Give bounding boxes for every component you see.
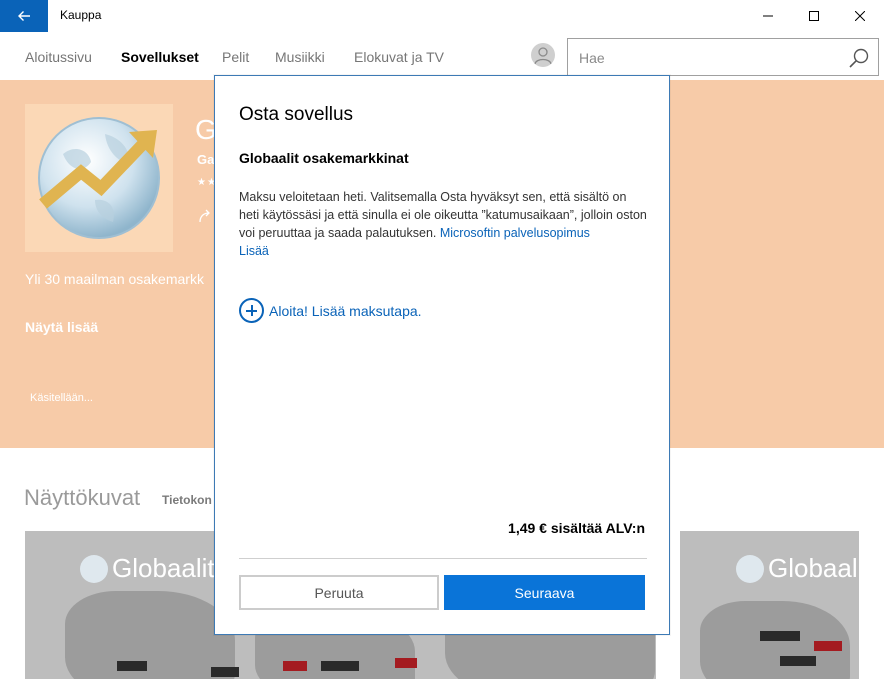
screenshot-logo: Globaalit bbox=[80, 553, 215, 584]
map-land bbox=[65, 591, 235, 679]
market-tile bbox=[780, 656, 816, 666]
user-icon bbox=[534, 47, 552, 65]
search-placeholder: Hae bbox=[579, 50, 605, 66]
market-tile bbox=[395, 658, 417, 668]
status-text: Käsitellään... bbox=[30, 392, 93, 404]
market-tile bbox=[321, 661, 359, 671]
show-more-link[interactable]: Näytä lisää bbox=[25, 319, 98, 335]
price-label: 1,49 € sisältää ALV:n bbox=[508, 520, 645, 536]
dialog-title: Osta sovellus bbox=[239, 104, 354, 125]
more-link[interactable]: Lisää bbox=[239, 244, 269, 258]
divider bbox=[239, 558, 647, 559]
nav-item-games[interactable]: Pelit bbox=[222, 49, 249, 65]
title-bar: Kauppa bbox=[0, 0, 884, 32]
maximize-button[interactable] bbox=[791, 0, 837, 32]
market-tile bbox=[814, 641, 842, 651]
back-button[interactable] bbox=[0, 0, 48, 32]
market-tile bbox=[211, 667, 239, 677]
nav-item-home[interactable]: Aloitussivu bbox=[25, 49, 92, 65]
window-title: Kauppa bbox=[60, 8, 102, 22]
user-avatar[interactable] bbox=[531, 43, 555, 67]
share-icon[interactable] bbox=[197, 208, 213, 229]
terms-link[interactable]: Microsoftin palvelusopimus bbox=[440, 226, 590, 240]
add-payment-label: Aloita! Lisää maksutapa. bbox=[269, 302, 422, 319]
add-circle-icon bbox=[239, 298, 264, 323]
market-tile bbox=[117, 661, 147, 671]
minimize-button[interactable] bbox=[745, 0, 791, 32]
close-button[interactable] bbox=[837, 0, 883, 32]
screenshot-logo-text: Globaalit bbox=[112, 553, 215, 583]
market-tile bbox=[760, 631, 800, 641]
back-arrow-icon bbox=[18, 11, 30, 21]
nav-bar: Aloitussivu Sovellukset Pelit Musiikki E… bbox=[0, 32, 884, 80]
market-tile bbox=[283, 661, 307, 671]
tab-pc[interactable]: Tietokon bbox=[162, 493, 212, 507]
purchase-dialog: Osta sovellus Globaalit osakemarkkinat M… bbox=[214, 75, 670, 635]
app-logo bbox=[25, 104, 173, 252]
dialog-body: Maksu veloitetaan heti. Valitsemalla Ost… bbox=[239, 188, 649, 260]
globe-icon bbox=[80, 554, 108, 583]
screenshot-logo-text: Globaalit bbox=[768, 553, 859, 583]
globe-icon bbox=[736, 554, 764, 583]
next-button[interactable]: Seuraava bbox=[444, 575, 645, 610]
nav-item-music[interactable]: Musiikki bbox=[275, 49, 325, 65]
close-icon bbox=[855, 11, 865, 21]
search-input[interactable]: Hae bbox=[567, 38, 879, 76]
screenshot-2[interactable]: Globaalit bbox=[680, 531, 859, 679]
cancel-button[interactable]: Peruuta bbox=[239, 575, 439, 610]
nav-item-apps[interactable]: Sovellukset bbox=[121, 49, 199, 65]
globe-chart-icon bbox=[38, 117, 160, 239]
app-description: Yli 30 maailman osakemarkk bbox=[25, 271, 204, 287]
nav-item-movies-tv[interactable]: Elokuvat ja TV bbox=[354, 49, 444, 65]
dialog-app-name: Globaalit osakemarkkinat bbox=[239, 150, 409, 166]
minimize-icon bbox=[763, 15, 773, 17]
screenshots-heading: Näyttökuvat bbox=[24, 485, 141, 510]
screenshot-logo: Globaalit bbox=[736, 553, 859, 584]
publisher-fragment: Ga bbox=[197, 152, 215, 167]
search-icon[interactable] bbox=[848, 47, 870, 69]
add-payment-method-link[interactable]: Aloita! Lisää maksutapa. bbox=[239, 298, 422, 323]
maximize-icon bbox=[809, 11, 819, 21]
